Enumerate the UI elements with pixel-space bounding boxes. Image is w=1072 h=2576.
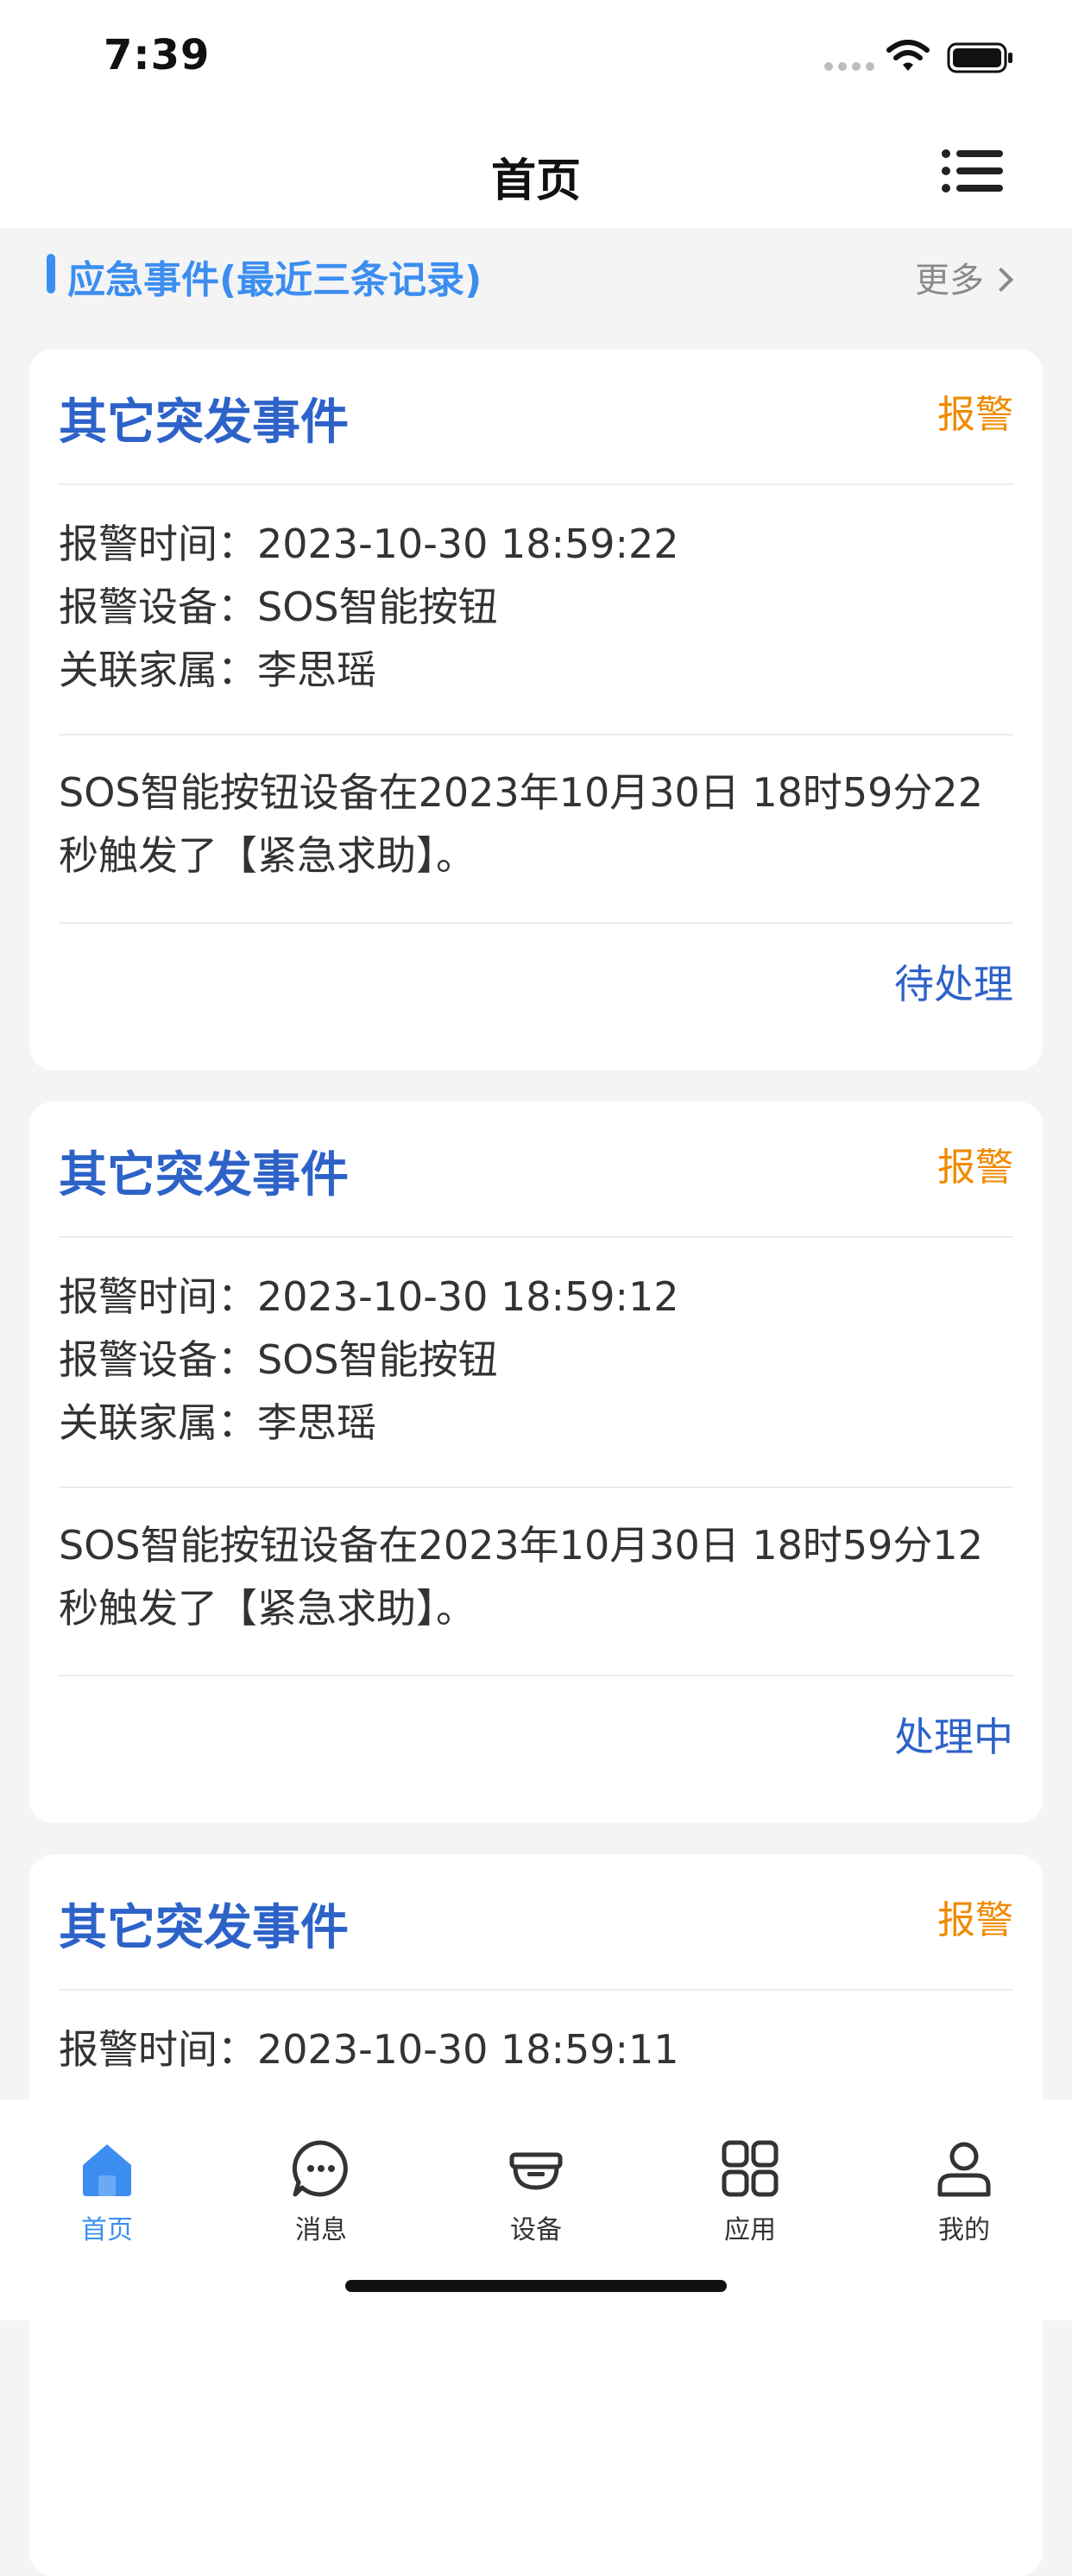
alarm-time-value: 2023-10-30 18:59:22 [257, 521, 679, 567]
tab-label: 首页 [81, 2215, 133, 2245]
alarm-time-value: 2023-10-30 18:59:11 [257, 2026, 679, 2073]
description-line: 秒触发了【紧急求助】。 [59, 832, 476, 879]
event-info: 报警时间：2023-10-30 18:59:11 [59, 2018, 679, 2081]
section-header: 应急事件(最近三条记录) 更多 [0, 228, 1072, 314]
tab-label: 设备 [510, 2215, 562, 2245]
battery-icon [947, 42, 1012, 73]
divider [59, 1487, 1013, 1488]
divider [59, 483, 1013, 485]
event-type-badge: 报警 [937, 393, 1013, 437]
profile-icon [937, 2142, 991, 2197]
tab-home[interactable]: 首页 [38, 2118, 176, 2245]
family-label: 关联家属： [59, 1399, 257, 1446]
family-row: 关联家属：李思瑶 [59, 1392, 679, 1455]
status-time: 7:39 [104, 31, 211, 79]
family-label: 关联家属： [59, 647, 257, 693]
alarm-device-row: 报警设备：SOS智能按钮 [59, 576, 679, 639]
family-row: 关联家属：李思瑶 [59, 639, 679, 702]
alarm-device-row: 报警设备：SOS智能按钮 [59, 1329, 679, 1392]
divider [59, 1236, 1013, 1238]
event-title: 其它突发事件 [59, 1900, 349, 1956]
alarm-device-label: 报警设备： [59, 584, 257, 630]
event-info: 报警时间：2023-10-30 18:59:12 报警设备：SOS智能按钮 关联… [59, 1266, 679, 1455]
alarm-device-label: 报警设备： [59, 1336, 257, 1383]
event-card[interactable]: 其它突发事件 报警 报警时间：2023-10-30 18:59:22 报警设备：… [29, 349, 1043, 1070]
message-icon [292, 2140, 348, 2197]
alarm-device-value: SOS智能按钮 [257, 1336, 498, 1383]
wifi-icon [886, 40, 930, 71]
family-value: 李思瑶 [257, 1399, 376, 1446]
description-line: SOS智能按钮设备在2023年10月30日 18时59分12 [59, 1522, 983, 1569]
divider [59, 922, 1013, 924]
cellular-signal-icon [824, 62, 874, 71]
divider [59, 1675, 1013, 1676]
device-icon [509, 2152, 563, 2190]
tab-label: 我的 [938, 2215, 990, 2245]
event-description: SOS智能按钮设备在2023年10月30日 18时59分12 秒触发了【紧急求助… [59, 1514, 1017, 1640]
description-line: SOS智能按钮设备在2023年10月30日 18时59分22 [59, 769, 983, 816]
description-line: 秒触发了【紧急求助】。 [59, 1585, 476, 1632]
alarm-time-label: 报警时间： [59, 2026, 257, 2073]
alarm-time-row: 报警时间：2023-10-30 18:59:11 [59, 2018, 679, 2081]
alarm-time-value: 2023-10-30 18:59:12 [257, 1273, 679, 1320]
more-link[interactable]: 更多 [915, 252, 1014, 300]
divider [59, 734, 1013, 736]
tab-profile[interactable]: 我的 [895, 2118, 1033, 2245]
tab-label: 应用 [724, 2215, 776, 2245]
alarm-time-label: 报警时间： [59, 1273, 257, 1320]
status-processing-button[interactable]: 处理中 [894, 1706, 1013, 1763]
alarm-time-label: 报警时间： [59, 521, 257, 567]
event-info: 报警时间：2023-10-30 18:59:22 报警设备：SOS智能按钮 关联… [59, 513, 679, 702]
alarm-device-value: SOS智能按钮 [257, 584, 498, 630]
tab-devices[interactable]: 设备 [467, 2118, 605, 2245]
alarm-time-row: 报警时间：2023-10-30 18:59:22 [59, 513, 679, 576]
event-title: 其它突发事件 [59, 1147, 349, 1203]
navigation-bar: 首页 [0, 114, 1072, 228]
status-pending-button[interactable]: 待处理 [894, 953, 1013, 1010]
tab-messages[interactable]: 消息 [252, 2118, 390, 2245]
chevron-right-icon [988, 267, 1014, 293]
apps-icon [722, 2140, 779, 2197]
event-type-badge: 报警 [937, 1898, 1013, 1942]
home-indicator[interactable] [345, 2280, 727, 2292]
menu-icon[interactable] [941, 147, 1003, 195]
event-title: 其它突发事件 [59, 395, 349, 451]
family-value: 李思瑶 [257, 647, 376, 693]
tab-apps[interactable]: 应用 [681, 2118, 819, 2245]
more-label: 更多 [915, 261, 984, 300]
event-description: SOS智能按钮设备在2023年10月30日 18时59分22 秒触发了【紧急求助… [59, 761, 1017, 887]
event-type-badge: 报警 [937, 1146, 1013, 1190]
home-icon [83, 2144, 131, 2196]
tab-label: 消息 [295, 2215, 347, 2245]
event-card[interactable]: 其它突发事件 报警 报警时间：2023-10-30 18:59:12 报警设备：… [29, 1102, 1043, 1823]
page-title: 首页 [490, 155, 581, 207]
divider [59, 1989, 1013, 1991]
status-bar: 7:39 [0, 0, 1072, 114]
section-title: 应急事件(最近三条记录) [67, 258, 482, 302]
section-accent-bar [47, 254, 55, 294]
alarm-time-row: 报警时间：2023-10-30 18:59:12 [59, 1266, 679, 1329]
